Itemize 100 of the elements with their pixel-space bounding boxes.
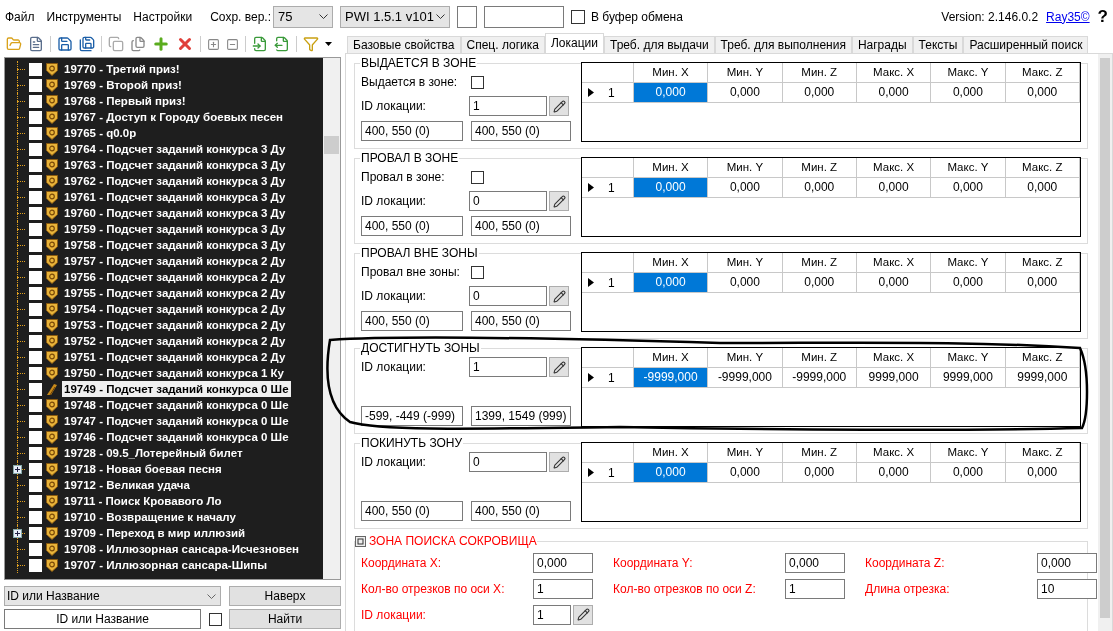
tree-item[interactable]: 19751 - Подсчет заданий конкурса 2 Ду xyxy=(62,349,288,365)
grid-cell[interactable]: 0,000 xyxy=(708,463,783,482)
grid-cell[interactable]: 9999,000 xyxy=(931,368,1006,387)
tree-item[interactable]: 19759 - Подсчет заданий конкурса 3 Ду xyxy=(62,221,288,237)
coordinate-field[interactable]: 400, 550 (0) xyxy=(361,311,463,331)
tree-item[interactable]: 19763 - Подсчет заданий конкурса 3 Ду xyxy=(62,157,288,173)
tree-item[interactable]: 19708 - Иллюзорная сансара-Исчезновен xyxy=(62,541,302,557)
grid-cell[interactable]: 0,000 xyxy=(1005,463,1080,482)
grid-cell[interactable]: 0,000 xyxy=(931,178,1006,197)
grid-cell[interactable]: 0,000 xyxy=(782,178,857,197)
tree-item[interactable]: 19765 - q0.0p xyxy=(62,125,139,141)
tab[interactable]: Базовые свойства xyxy=(347,36,461,53)
tab[interactable]: Награды xyxy=(851,36,913,53)
text-field[interactable]: 0 xyxy=(469,286,547,306)
version-select[interactable]: 75 xyxy=(273,5,333,28)
grid-cell[interactable]: 0,000 xyxy=(856,463,932,482)
grid-cell[interactable]: 0,000 xyxy=(782,83,857,102)
grid-cell[interactable]: 0,000 xyxy=(633,463,709,482)
grid-cell[interactable]: 0,000 xyxy=(708,83,783,102)
grid-cell[interactable]: -9999,000 xyxy=(708,368,783,387)
grid-cell[interactable]: -9999,000 xyxy=(782,368,857,387)
text-field[interactable]: 0 xyxy=(469,452,547,472)
coordinate-field[interactable]: 400, 550 (0) xyxy=(471,501,571,521)
grid-cell[interactable]: 0,000 xyxy=(1005,273,1080,292)
tree-item[interactable]: 19748 - Подсчет заданий конкурса 0 Ше xyxy=(62,397,291,413)
tree-item[interactable]: 19758 - Подсчет заданий конкурса 3 Ду xyxy=(62,237,288,253)
author-link[interactable]: Ray35© xyxy=(1046,7,1090,26)
tree-item[interactable]: 19750 - Подсчет заданий конкурса 1 Ку xyxy=(62,365,286,381)
tree-item[interactable]: 19755 - Подсчет заданий конкурса 2 Ду xyxy=(62,285,288,301)
tree-item[interactable]: 19753 - Подсчет заданий конкурса 2 Ду xyxy=(62,317,288,333)
tree-item[interactable]: 19761 - Подсчет заданий конкурса 3 Ду xyxy=(62,189,288,205)
tree-item[interactable]: 19712 - Великая удача xyxy=(62,477,192,493)
tree-item[interactable]: 19754 - Подсчет заданий конкурса 2 Ду xyxy=(62,301,288,317)
text-field[interactable]: 0,000 xyxy=(1037,552,1097,573)
tree-item[interactable]: 19747 - Подсчет заданий конкурса 0 Ше xyxy=(62,413,291,429)
tree-item[interactable]: 19762 - Подсчет заданий конкурса 3 Ду xyxy=(62,173,288,189)
coordinate-field[interactable]: 1399, 1549 (999) xyxy=(471,406,571,426)
tree-item[interactable]: 19728 - 09.5_Лотерейный билет xyxy=(62,445,245,461)
tab[interactable]: Треб. для выполнения xyxy=(714,36,852,53)
tree-item[interactable]: 19710 - Возвращение к началу xyxy=(62,509,238,525)
tree-item[interactable]: 19709 - Переход в мир иллюзий xyxy=(62,525,248,541)
tree-item[interactable]: 19760 - Подсчет заданий конкурса 3 Ду xyxy=(62,205,288,221)
coordinate-field[interactable]: 400, 550 (0) xyxy=(361,216,463,236)
tree-item[interactable]: 19749 - Подсчет заданий конкурса 0 Ше xyxy=(62,381,291,397)
help-button[interactable]: ? xyxy=(1097,3,1108,30)
coordinate-field[interactable]: -599, -449 (-999) xyxy=(361,406,463,426)
text-field[interactable]: 0,000 xyxy=(533,552,593,573)
tree-item[interactable]: 19764 - Подсчет заданий конкурса 3 Ду xyxy=(62,141,288,157)
game-version-select[interactable]: PWI 1.5.1 v101 xyxy=(340,5,450,28)
grid-cell[interactable]: 0,000 xyxy=(1005,83,1080,102)
text-field[interactable]: 0,000 xyxy=(785,552,845,573)
search-field[interactable]: ID или Название xyxy=(4,609,201,629)
tree-item[interactable]: 19768 - Первый приз! xyxy=(62,93,188,109)
menu-item[interactable]: Инструменты xyxy=(46,7,122,26)
grid-cell[interactable]: 0,000 xyxy=(782,273,857,292)
grid-cell[interactable]: 0,000 xyxy=(633,83,709,102)
tab[interactable]: Локации xyxy=(544,33,604,53)
text-field[interactable]: 1 xyxy=(785,578,845,599)
grid-cell[interactable]: 9999,000 xyxy=(1005,368,1080,387)
tree-item[interactable]: 19752 - Подсчет заданий конкурса 2 Ду xyxy=(62,333,288,349)
text-field[interactable]: 1 xyxy=(533,604,571,625)
coordinate-field[interactable]: 400, 550 (0) xyxy=(361,501,463,521)
tree-item[interactable]: 19707 - Иллюзорная сансара-Шипы xyxy=(62,557,270,573)
grid-cell[interactable]: 0,000 xyxy=(708,178,783,197)
grid-cell[interactable]: 0,000 xyxy=(931,83,1006,102)
grid-cell[interactable]: 0,000 xyxy=(856,273,932,292)
tree-item[interactable]: 19767 - Доступ к Городу боевых песен xyxy=(62,109,286,125)
menu-item[interactable]: Файл xyxy=(5,7,35,26)
tree-item[interactable]: 19711 - Поиск Кровавого Ло xyxy=(62,493,224,509)
grid-cell[interactable]: 0,000 xyxy=(856,83,932,102)
menu-item[interactable]: Настройки xyxy=(133,7,193,26)
grid-cell[interactable]: 0,000 xyxy=(782,463,857,482)
tree-item[interactable]: 19756 - Подсчет заданий конкурса 2 Ду xyxy=(62,269,288,285)
tree-item[interactable]: 19757 - Подсчет заданий конкурса 2 Ду xyxy=(62,253,288,269)
text-field[interactable]: 0 xyxy=(469,191,547,211)
text-field[interactable]: 1 xyxy=(533,578,593,599)
search-mode-select[interactable]: ID или Название xyxy=(4,586,221,606)
grid-cell[interactable]: -9999,000 xyxy=(633,368,709,387)
text-field[interactable]: 1 xyxy=(469,357,547,377)
coordinate-field[interactable]: 400, 550 (0) xyxy=(471,311,571,331)
tree-item[interactable]: 19718 - Новая боевая песня xyxy=(62,461,224,477)
tab[interactable]: Спец. логика xyxy=(460,36,545,53)
grid-cell[interactable]: 0,000 xyxy=(1005,178,1080,197)
text-field[interactable]: 10 xyxy=(1037,578,1097,599)
text-field[interactable]: 1 xyxy=(469,96,547,116)
grid-cell[interactable]: 0,000 xyxy=(708,273,783,292)
tab[interactable]: Треб. для выдачи xyxy=(604,36,715,53)
grid-cell[interactable]: 0,000 xyxy=(931,273,1006,292)
grid-cell[interactable]: 9999,000 xyxy=(856,368,932,387)
coordinate-field[interactable]: 400, 550 (0) xyxy=(361,121,463,141)
tab[interactable]: Тексты xyxy=(912,36,964,53)
grid-cell[interactable]: 0,000 xyxy=(633,273,709,292)
tree-item[interactable]: 19770 - Третий приз! xyxy=(62,61,182,77)
tree-item[interactable]: 19769 - Второй приз! xyxy=(62,77,184,93)
grid-cell[interactable]: 0,000 xyxy=(931,463,1006,482)
tab[interactable]: Расширенный поиск xyxy=(963,36,1089,53)
coordinate-field[interactable]: 400, 550 (0) xyxy=(471,216,571,236)
coordinate-field[interactable]: 400, 550 (0) xyxy=(471,121,571,141)
tree-item[interactable]: 19746 - Подсчет заданий конкурса 0 Ше xyxy=(62,429,291,445)
top-button[interactable]: Наверх xyxy=(229,586,341,606)
